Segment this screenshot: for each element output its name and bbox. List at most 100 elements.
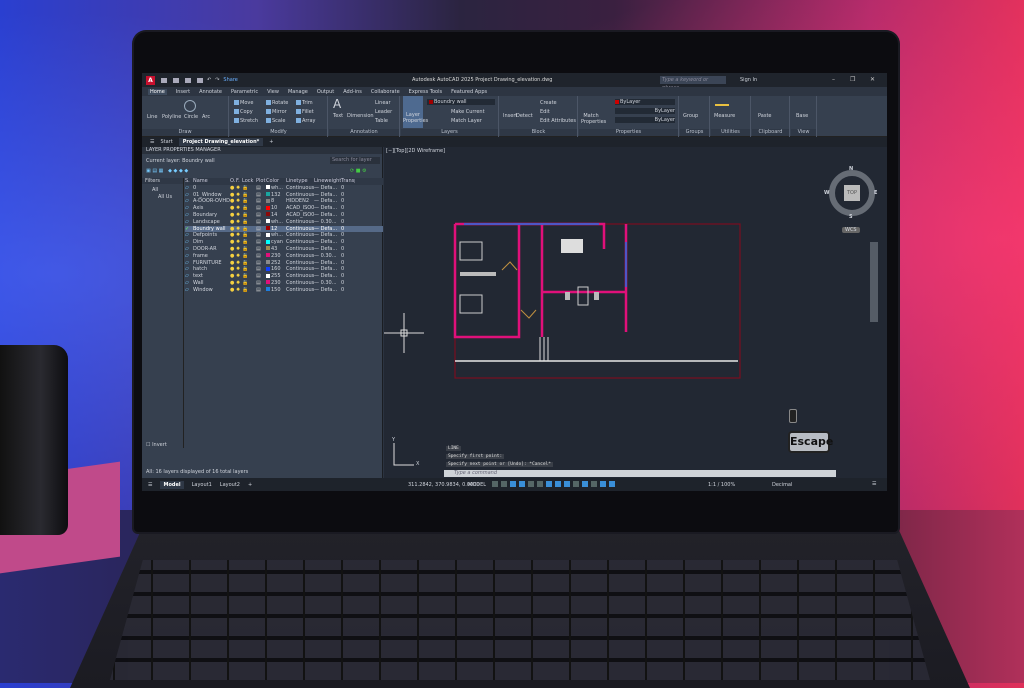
layer-color[interactable]: 150: [266, 287, 286, 294]
refresh-icon[interactable]: ⟳ ■ ⚙: [350, 168, 367, 174]
layout2-tab[interactable]: Layout2: [220, 482, 240, 488]
layer-plot-icon[interactable]: ▤: [256, 212, 266, 219]
leader-tool[interactable]: Leader: [375, 109, 392, 115]
layer-plot-icon[interactable]: ▤: [256, 219, 266, 226]
compass-n[interactable]: N: [849, 166, 853, 172]
layer-color[interactable]: wh...: [266, 185, 286, 192]
layer-status-icon[interactable]: ▱: [185, 266, 193, 273]
open-icon[interactable]: [173, 77, 179, 83]
layer-transparency[interactable]: 0: [341, 198, 355, 205]
layer-row[interactable]: ▱ 01_Window ● ✹ 🔓 ▤ 132 Continuous — Defa... 0: [185, 192, 383, 199]
properties-panel-label[interactable]: Properties: [579, 129, 678, 136]
layer-plot-icon[interactable]: ▤: [256, 266, 266, 273]
layer-linetype[interactable]: Continuous: [286, 246, 314, 253]
dimension-tool[interactable]: Dimension: [347, 113, 374, 119]
layer-plot-icon[interactable]: ▤: [256, 253, 266, 260]
new-layer-icons[interactable]: ▣ ▤ ▦ ◆ ◆ ◆ ◆: [146, 168, 188, 174]
text-tool[interactable]: Text: [333, 113, 343, 119]
layer-lock-icon[interactable]: 🔓: [242, 219, 256, 226]
start-tab[interactable]: Start: [160, 139, 172, 145]
layer-lineweight[interactable]: — 0.30...: [314, 219, 341, 226]
command-line-input[interactable]: Type a command: [444, 470, 836, 477]
layer-transparency[interactable]: 0: [341, 212, 355, 219]
compass-w[interactable]: W: [824, 190, 830, 196]
clipboard-panel-label[interactable]: Clipboard: [752, 129, 789, 136]
filter-all-used[interactable]: All Us: [142, 193, 183, 200]
layer-lock-icon[interactable]: 🔓: [242, 226, 256, 233]
column-header[interactable]: Lineweight: [314, 178, 341, 185]
layer-status-icon[interactable]: ▱: [185, 287, 193, 294]
layer-lock-icon[interactable]: 🔓: [242, 198, 256, 205]
match-properties-button[interactable]: Match Properties: [581, 113, 606, 125]
layer-linetype[interactable]: Continuous: [286, 226, 314, 233]
layer-name[interactable]: Defpoints: [193, 232, 230, 239]
ribbon-tab-featured-apps[interactable]: Featured Apps: [451, 89, 487, 95]
layer-linetype[interactable]: ACAD_ISO03...: [286, 212, 314, 219]
layer-name[interactable]: frame: [193, 253, 230, 260]
layer-row[interactable]: ✓ Boundry wall ● ✹ 🔓 ▤ 12 Continuous — Defa... 0: [185, 225, 383, 233]
layer-lineweight[interactable]: — Defa...: [314, 226, 341, 233]
layer-lineweight[interactable]: — Defa...: [314, 185, 341, 192]
autocad-logo-icon[interactable]: A: [146, 75, 155, 85]
layer-lineweight[interactable]: — Defa...: [314, 273, 341, 280]
layer-color[interactable]: 230: [266, 253, 286, 260]
modify-panel-label[interactable]: Modify: [230, 129, 327, 136]
circle-tool[interactable]: Circle: [184, 114, 198, 120]
layer-lock-icon[interactable]: 🔓: [242, 232, 256, 239]
layer-color[interactable]: cyan: [266, 239, 286, 246]
ribbon-tab-add-ins[interactable]: Add-ins: [343, 89, 362, 95]
layer-lineweight[interactable]: — Defa...: [314, 212, 341, 219]
layer-color[interactable]: 12: [266, 226, 286, 233]
layer-name[interactable]: DOOR-AR: [193, 246, 230, 253]
layer-color[interactable]: 8: [266, 198, 286, 205]
mirror-tool[interactable]: Mirror: [266, 109, 287, 115]
layer-lineweight[interactable]: — 0.30...: [314, 253, 341, 260]
ribbon-tab-insert[interactable]: Insert: [176, 89, 190, 95]
layer-status-icon[interactable]: ▱: [185, 246, 193, 253]
layer-plot-icon[interactable]: ▤: [256, 192, 266, 199]
layer-plot-icon[interactable]: ▤: [256, 239, 266, 246]
navigation-bar[interactable]: [870, 242, 878, 322]
layer-name[interactable]: text: [193, 273, 230, 280]
layer-name[interactable]: 0: [193, 185, 230, 192]
layer-lineweight[interactable]: — Defa...: [314, 192, 341, 199]
ribbon-tab-collaborate[interactable]: Collaborate: [371, 89, 400, 95]
ribbon-tab-output[interactable]: Output: [317, 89, 334, 95]
layer-name[interactable]: Landscape: [193, 219, 230, 226]
layer-lock-icon[interactable]: 🔓: [242, 253, 256, 260]
layer-lineweight[interactable]: — Defa...: [314, 198, 341, 205]
redo-icon[interactable]: ↷: [215, 77, 219, 83]
rotate-tool[interactable]: Rotate: [266, 100, 288, 106]
layer-plot-icon[interactable]: ▤: [256, 246, 266, 253]
layer-linetype[interactable]: Continuous: [286, 192, 314, 199]
edit-block-button[interactable]: Edit: [540, 109, 550, 115]
layer-name[interactable]: hatch: [193, 266, 230, 273]
layer-color[interactable]: 255: [266, 273, 286, 280]
layer-transparency[interactable]: 0: [341, 246, 355, 253]
layer-transparency[interactable]: 0: [341, 266, 355, 273]
layer-linetype[interactable]: Continuous: [286, 219, 314, 226]
layer-plot-icon[interactable]: ▤: [256, 198, 266, 205]
column-header[interactable]: S.: [185, 178, 193, 185]
measure-button[interactable]: Measure: [714, 113, 735, 119]
layer-status-icon[interactable]: ▱: [185, 239, 193, 246]
compass-e[interactable]: E: [874, 190, 877, 196]
layer-row[interactable]: ▱ FURNITURE ● ✹ 🔓 ▤ 252 Continuous — Defa... 0: [185, 260, 383, 267]
layer-lock-icon[interactable]: 🔓: [242, 260, 256, 267]
minimize-icon[interactable]: –: [832, 76, 835, 83]
arc-tool[interactable]: Arc: [202, 114, 210, 120]
layer-name[interactable]: FURNITURE: [193, 260, 230, 267]
layer-row[interactable]: ▱Boundary●✹🔓▤14ACAD_ISO03...— Defa...0: [185, 212, 383, 219]
layer-linetype[interactable]: Continuous: [286, 273, 314, 280]
drafting-toggles[interactable]: [492, 481, 615, 487]
layer-plot-icon[interactable]: ▤: [256, 273, 266, 280]
layer-name[interactable]: Wall: [193, 280, 230, 287]
match-layer-button[interactable]: Match Layer: [451, 118, 482, 124]
layer-row[interactable]: ▱ Window ● ✹ 🔓 ▤ 150 Continuous — Defa... 0: [185, 287, 383, 294]
model-tab[interactable]: Model: [160, 480, 184, 489]
layer-plot-icon[interactable]: ▤: [256, 260, 266, 267]
layer-color[interactable]: wh...: [266, 232, 286, 239]
layer-transparency[interactable]: 0: [341, 192, 355, 199]
paste-button[interactable]: Paste: [758, 113, 772, 119]
layer-lock-icon[interactable]: 🔓: [242, 246, 256, 253]
